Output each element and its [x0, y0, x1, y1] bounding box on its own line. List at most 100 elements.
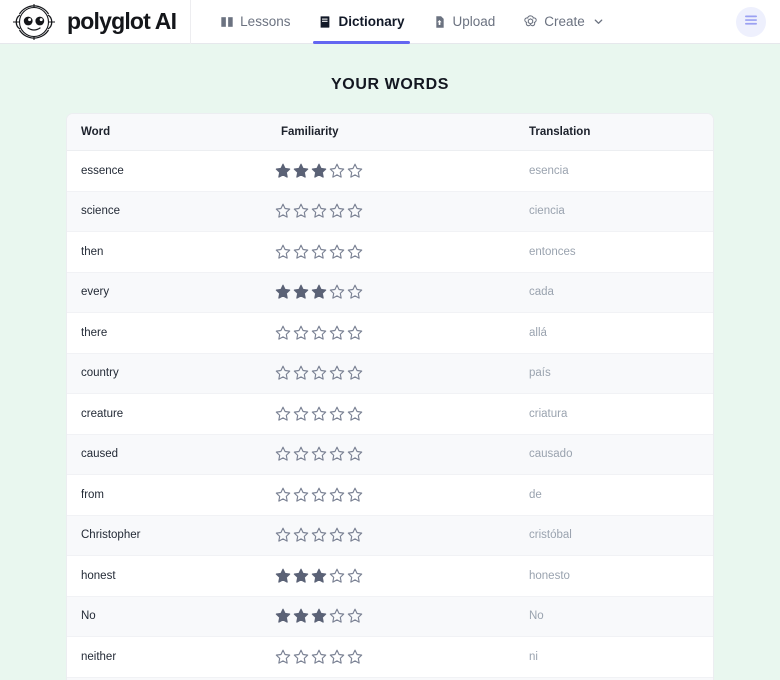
cell-familiarity[interactable] [267, 636, 515, 678]
star-empty-icon[interactable] [275, 487, 291, 503]
table-row[interactable]: honest honesto [67, 555, 713, 597]
star-filled-icon[interactable] [275, 284, 291, 300]
cell-familiarity[interactable] [267, 434, 515, 475]
table-row[interactable]: creature criatura [67, 393, 713, 435]
star-rating[interactable] [275, 527, 515, 543]
star-empty-icon[interactable] [311, 203, 327, 219]
table-row[interactable]: country país [67, 353, 713, 394]
star-empty-icon[interactable] [329, 608, 345, 624]
table-row[interactable]: essence esencia [67, 150, 713, 192]
star-filled-icon[interactable] [293, 163, 309, 179]
table-row[interactable]: science ciencia [67, 191, 713, 232]
cell-familiarity[interactable] [267, 353, 515, 394]
star-rating[interactable] [275, 163, 515, 179]
star-empty-icon[interactable] [329, 244, 345, 260]
star-empty-icon[interactable] [347, 325, 363, 341]
cell-familiarity[interactable] [267, 596, 515, 637]
star-rating[interactable] [275, 325, 515, 341]
star-empty-icon[interactable] [329, 284, 345, 300]
nav-item-lessons[interactable]: Lessons [207, 0, 303, 44]
star-empty-icon[interactable] [275, 325, 291, 341]
star-empty-icon[interactable] [275, 406, 291, 422]
star-empty-icon[interactable] [347, 244, 363, 260]
nav-item-dictionary[interactable]: Dictionary [305, 0, 417, 44]
star-empty-icon[interactable] [347, 608, 363, 624]
star-empty-icon[interactable] [311, 365, 327, 381]
star-rating[interactable] [275, 487, 515, 503]
cell-familiarity[interactable] [267, 555, 515, 597]
star-empty-icon[interactable] [347, 163, 363, 179]
table-row[interactable]: there allá [67, 312, 713, 354]
star-empty-icon[interactable] [293, 325, 309, 341]
cell-familiarity[interactable] [267, 474, 515, 516]
star-empty-icon[interactable] [311, 325, 327, 341]
star-empty-icon[interactable] [293, 244, 309, 260]
star-empty-icon[interactable] [347, 446, 363, 462]
star-empty-icon[interactable] [329, 325, 345, 341]
star-rating[interactable] [275, 568, 515, 584]
table-row[interactable]: Christopher cristóbal [67, 515, 713, 556]
star-filled-icon[interactable] [311, 284, 327, 300]
star-empty-icon[interactable] [329, 406, 345, 422]
table-row[interactable]: No No [67, 596, 713, 637]
star-filled-icon[interactable] [293, 608, 309, 624]
star-empty-icon[interactable] [293, 527, 309, 543]
star-empty-icon[interactable] [329, 527, 345, 543]
star-empty-icon[interactable] [329, 163, 345, 179]
column-header-translation[interactable]: Translation [515, 114, 713, 151]
star-empty-icon[interactable] [347, 284, 363, 300]
column-header-word[interactable]: Word [67, 114, 267, 151]
nav-item-upload[interactable]: Upload [420, 0, 509, 44]
star-empty-icon[interactable] [347, 568, 363, 584]
star-empty-icon[interactable] [311, 406, 327, 422]
star-filled-icon[interactable] [293, 568, 309, 584]
star-empty-icon[interactable] [293, 406, 309, 422]
star-empty-icon[interactable] [293, 649, 309, 665]
star-empty-icon[interactable] [329, 568, 345, 584]
star-empty-icon[interactable] [329, 446, 345, 462]
star-empty-icon[interactable] [347, 487, 363, 503]
star-filled-icon[interactable] [275, 163, 291, 179]
cell-familiarity[interactable] [267, 312, 515, 354]
star-empty-icon[interactable] [275, 203, 291, 219]
star-empty-icon[interactable] [311, 487, 327, 503]
star-rating[interactable] [275, 284, 515, 300]
table-row[interactable]: then entonces [67, 231, 713, 273]
star-empty-icon[interactable] [329, 203, 345, 219]
brand-logo[interactable]: polyglot AI [8, 0, 192, 44]
star-empty-icon[interactable] [347, 406, 363, 422]
star-empty-icon[interactable] [311, 527, 327, 543]
table-row[interactable]: caused causado [67, 434, 713, 475]
star-rating[interactable] [275, 608, 515, 624]
star-empty-icon[interactable] [275, 649, 291, 665]
star-rating[interactable] [275, 365, 515, 381]
hamburger-menu-button[interactable] [736, 6, 766, 37]
star-empty-icon[interactable] [275, 365, 291, 381]
column-header-familiarity[interactable]: Familiarity [267, 114, 515, 151]
star-empty-icon[interactable] [275, 527, 291, 543]
cell-familiarity[interactable] [267, 231, 515, 273]
star-rating[interactable] [275, 406, 515, 422]
star-filled-icon[interactable] [311, 163, 327, 179]
star-empty-icon[interactable] [347, 649, 363, 665]
cell-familiarity[interactable] [267, 393, 515, 435]
star-empty-icon[interactable] [311, 244, 327, 260]
star-filled-icon[interactable] [293, 284, 309, 300]
star-filled-icon[interactable] [311, 568, 327, 584]
star-rating[interactable] [275, 244, 515, 260]
star-empty-icon[interactable] [311, 649, 327, 665]
star-rating[interactable] [275, 446, 515, 462]
star-empty-icon[interactable] [275, 446, 291, 462]
star-empty-icon[interactable] [347, 527, 363, 543]
table-row[interactable]: from de [67, 474, 713, 516]
cell-familiarity[interactable] [267, 191, 515, 232]
cell-familiarity[interactable] [267, 150, 515, 192]
star-empty-icon[interactable] [329, 487, 345, 503]
star-empty-icon[interactable] [293, 365, 309, 381]
star-empty-icon[interactable] [347, 203, 363, 219]
star-filled-icon[interactable] [311, 608, 327, 624]
star-filled-icon[interactable] [275, 568, 291, 584]
star-empty-icon[interactable] [275, 244, 291, 260]
star-filled-icon[interactable] [275, 608, 291, 624]
star-empty-icon[interactable] [311, 446, 327, 462]
